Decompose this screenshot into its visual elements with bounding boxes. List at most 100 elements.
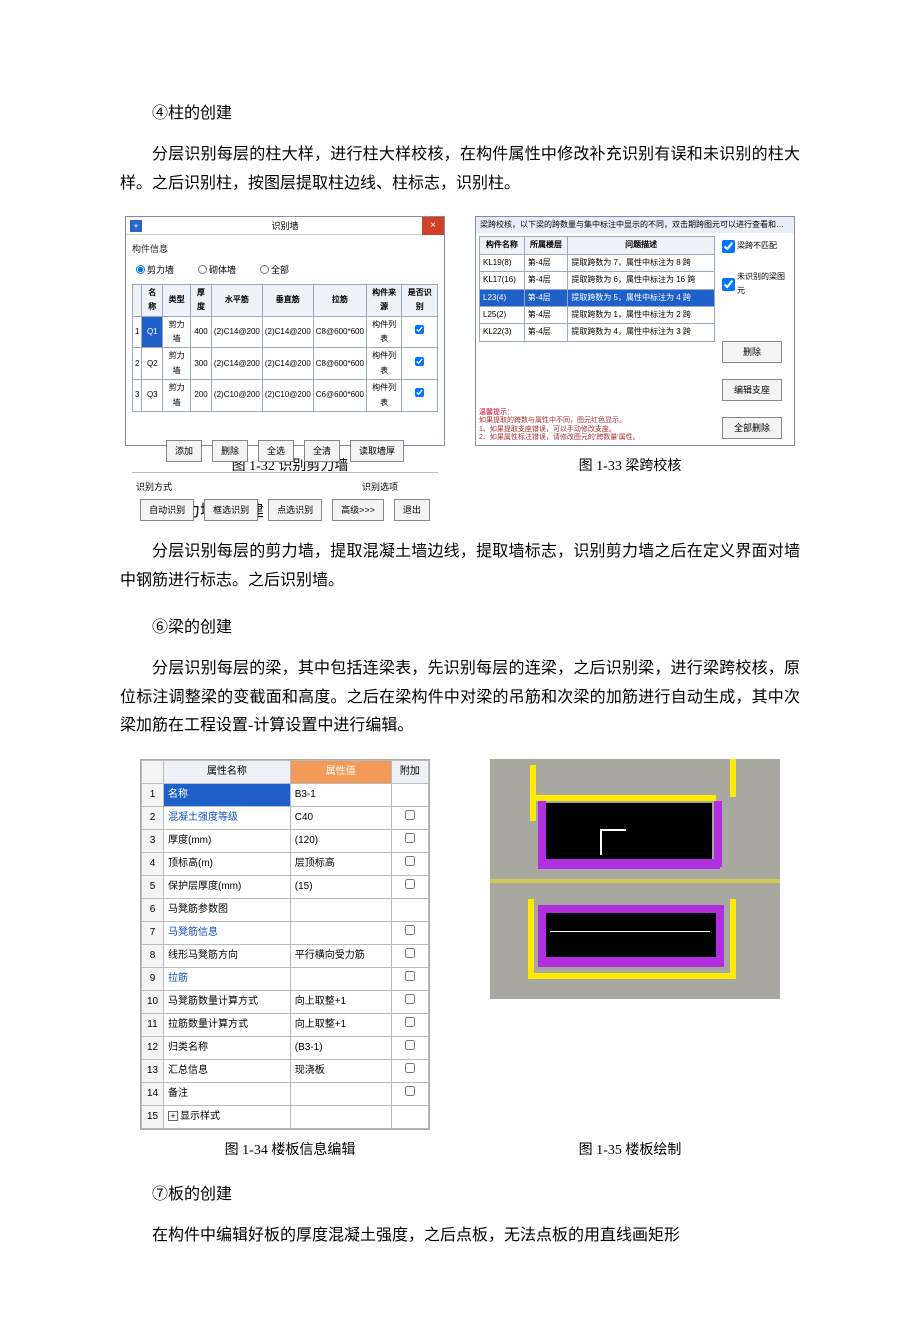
beam-table-row[interactable]: KL19(8)第-4层提取跨数为 7，属性中标注为 8 跨 [480, 254, 715, 271]
extra-checkbox[interactable] [405, 1017, 415, 1027]
select-all-button[interactable]: 全选 [258, 440, 294, 462]
property-row[interactable]: 8线形马凳筋方向平行横向受力筋 [142, 945, 429, 968]
extra-checkbox[interactable] [405, 856, 415, 866]
radio-shear-wall[interactable]: 剪力墙 [136, 262, 174, 278]
property-value[interactable] [290, 1106, 391, 1129]
method-label: 识别方式 [136, 479, 172, 495]
close-icon[interactable]: × [422, 217, 444, 235]
paragraph-4: 分层识别每层的柱大样，进行柱大样校核，在构件属性中修改补充识别有误和未识别的柱大… [120, 141, 800, 199]
options-label: 识别选项 [362, 479, 398, 495]
caption-1-35: 图 1-35 楼板绘制 [460, 1138, 800, 1163]
property-row[interactable]: 2混凝土强度等级C40 [142, 807, 429, 830]
radio-all[interactable]: 全部 [260, 262, 289, 278]
figure-row-1: + 识别墙 × 构件信息 剪力墙 砌体墙 全部 名称类型厚度水平筋垂直筋拉筋构件… [120, 216, 800, 446]
figure-row-2: 属性名称 属性值 附加 1名称B3-12混凝土强度等级C403厚度(mm)(12… [120, 759, 800, 1130]
pick-identify-button[interactable]: 点选识别 [268, 499, 322, 521]
wall-col-header: 拉筋 [313, 284, 366, 316]
chk-span-mismatch[interactable]: 梁跨不匹配 [722, 239, 777, 253]
property-row[interactable]: 6马凳筋参数图 [142, 899, 429, 922]
property-value[interactable]: (120) [290, 830, 391, 853]
paragraph-5: 分层识别每层的剪力墙，提取混凝土墙边线，提取墙标志，识别剪力墙之后在定义界面对墙… [120, 538, 800, 596]
property-value[interactable] [290, 968, 391, 991]
auto-identify-button[interactable]: 自动识别 [140, 499, 194, 521]
figure-1-33: 梁跨校核，以下梁的跨数量与集中标注中显示的不同，双击期跨图元可以进行查看和… 构… [470, 216, 800, 446]
radio-masonry-wall[interactable]: 砌体墙 [198, 262, 236, 278]
property-value[interactable]: 平行横向受力筋 [290, 945, 391, 968]
property-value[interactable] [290, 922, 391, 945]
delete-all-button[interactable]: 全部删除 [722, 417, 782, 439]
beam-table-row[interactable]: L23(4)第-4层提取跨数为 5，属性中标注为 4 跨 [480, 289, 715, 306]
wall-col-header: 厚度 [191, 284, 212, 316]
delete-button[interactable]: 删除 [212, 440, 248, 462]
wall-col-header: 水平筋 [211, 284, 262, 316]
identify-wall-dialog: + 识别墙 × 构件信息 剪力墙 砌体墙 全部 名称类型厚度水平筋垂直筋拉筋构件… [125, 216, 445, 446]
frame-identify-button[interactable]: 框选识别 [204, 499, 258, 521]
property-row[interactable]: 13汇总信息现浇板 [142, 1060, 429, 1083]
property-value[interactable]: 层顶标高 [290, 853, 391, 876]
beam-table-row[interactable]: KL22(3)第-4层提取跨数为 4，属性中标注为 3 跨 [480, 324, 715, 341]
hint-block: 温馨提示： 如果提取的跨数与属性中不同，图元红色显示。 1、如果提取支座错误，可… [479, 409, 715, 443]
property-row[interactable]: 14备注 [142, 1083, 429, 1106]
edit-support-button[interactable]: 编辑支座 [722, 379, 782, 401]
col-value: 属性值 [290, 761, 391, 784]
property-row[interactable]: 9拉筋 [142, 968, 429, 991]
wall-table-row[interactable]: 1Q1剪力墙400(2)C14@200(2)C14@200C8@600*600构… [133, 316, 438, 348]
property-name: 马凳筋参数图 [168, 904, 228, 915]
extra-checkbox[interactable] [405, 833, 415, 843]
caption-1-33: 图 1-33 梁跨校核 [460, 454, 800, 479]
property-name: 拉筋数量计算方式 [168, 1019, 248, 1030]
dialog-titlebar-33: 梁跨校核，以下梁的跨数量与集中标注中显示的不同，双击期跨图元可以进行查看和… [476, 217, 794, 233]
extra-checkbox[interactable] [405, 810, 415, 820]
property-row[interactable]: 11拉筋数量计算方式向上取整+1 [142, 1014, 429, 1037]
extra-checkbox[interactable] [405, 948, 415, 958]
property-row[interactable]: 10马凳筋数量计算方式向上取整+1 [142, 991, 429, 1014]
chk-unrecognized[interactable]: 未识别的梁图元 [722, 270, 790, 299]
beam-table-row[interactable]: L25(2)第-4层提取跨数为 1，属性中标注为 2 跨 [480, 306, 715, 323]
wall-table-row[interactable]: 2Q2剪力墙300(2)C14@200(2)C14@200C8@600*600构… [133, 348, 438, 380]
property-row[interactable]: 1名称B3-1 [142, 784, 429, 807]
expand-icon[interactable]: + [168, 1111, 178, 1121]
property-value[interactable]: 向上取整+1 [290, 1014, 391, 1037]
identify-checkbox[interactable] [415, 388, 424, 397]
identify-checkbox[interactable] [415, 325, 424, 334]
property-value[interactable]: B3-1 [290, 784, 391, 807]
identify-checkbox[interactable] [415, 357, 424, 366]
wall-col-header: 名称 [142, 284, 163, 316]
extra-checkbox[interactable] [405, 994, 415, 1004]
clear-all-button[interactable]: 全清 [304, 440, 340, 462]
figure-1-35 [470, 759, 800, 999]
advanced-button[interactable]: 高级>>> [332, 499, 384, 521]
caption-1-34: 图 1-34 楼板信息编辑 [120, 1138, 460, 1163]
property-name: 线形马凳筋方向 [168, 950, 238, 961]
property-value[interactable]: (B3-1) [290, 1037, 391, 1060]
add-button[interactable]: 添加 [166, 440, 202, 462]
exit-button[interactable]: 退出 [394, 499, 430, 521]
extra-checkbox[interactable] [405, 971, 415, 981]
expand-icon[interactable]: + [130, 220, 142, 232]
property-value[interactable]: (15) [290, 876, 391, 899]
property-row[interactable]: 12归类名称(B3-1) [142, 1037, 429, 1060]
beam-col-header: 构件名称 [480, 237, 525, 254]
property-row[interactable]: 5保护层厚度(mm)(15) [142, 876, 429, 899]
wall-table-row[interactable]: 3Q3剪力墙200(2)C10@200(2)C10@200C6@600*600构… [133, 380, 438, 412]
col-extra: 附加 [391, 761, 428, 784]
beam-table-row[interactable]: KL17(16)第-4层提取跨数为 6，属性中标注为 16 跨 [480, 272, 715, 289]
property-value[interactable]: 向上取整+1 [290, 991, 391, 1014]
property-row[interactable]: 15+显示样式 [142, 1106, 429, 1129]
extra-checkbox[interactable] [405, 925, 415, 935]
extra-checkbox[interactable] [405, 1040, 415, 1050]
property-row[interactable]: 7马凳筋信息 [142, 922, 429, 945]
property-value[interactable] [290, 899, 391, 922]
property-row[interactable]: 4顶标高(m)层顶标高 [142, 853, 429, 876]
property-row[interactable]: 3厚度(mm)(120) [142, 830, 429, 853]
extra-checkbox[interactable] [405, 879, 415, 889]
delete-button[interactable]: 删除 [722, 341, 782, 363]
property-value[interactable]: 现浇板 [290, 1060, 391, 1083]
table-button-row: 添加 删除 全选 全清 读取墙厚 [132, 440, 438, 462]
paragraph-7: 在构件中编辑好板的厚度混凝土强度，之后点板，无法点板的用直线画矩形 [120, 1222, 800, 1251]
property-value[interactable] [290, 1083, 391, 1106]
property-value[interactable]: C40 [290, 807, 391, 830]
extra-checkbox[interactable] [405, 1063, 415, 1073]
extra-checkbox[interactable] [405, 1086, 415, 1096]
read-thickness-button[interactable]: 读取墙厚 [350, 440, 404, 462]
